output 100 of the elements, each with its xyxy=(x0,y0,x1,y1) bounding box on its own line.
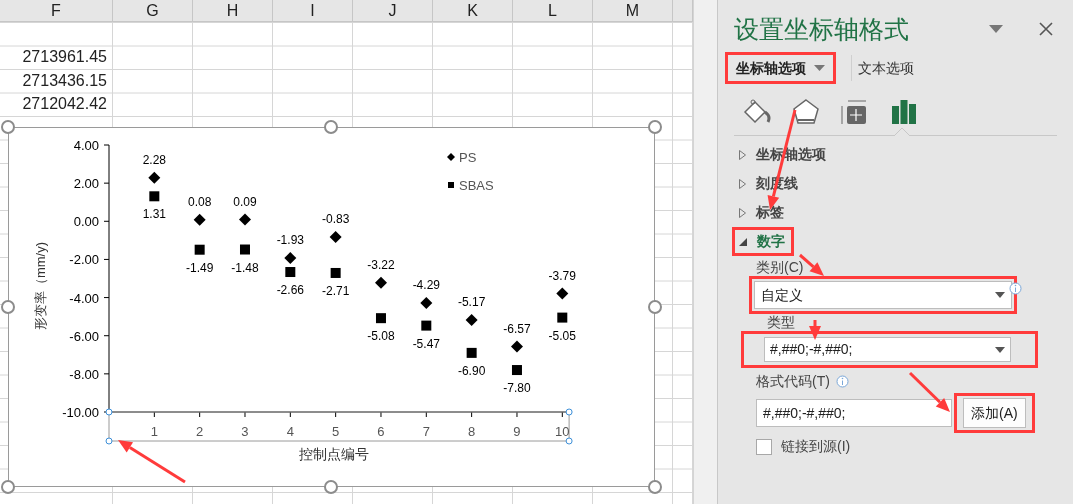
data-point xyxy=(193,213,206,226)
legend-marker xyxy=(447,153,455,161)
pentagon-icon[interactable] xyxy=(792,98,820,126)
column-header[interactable]: F xyxy=(51,0,61,23)
x-tick-label: 2 xyxy=(196,424,204,439)
data-label: -4.29 xyxy=(412,278,440,293)
panel-title: 设置坐标轴格式 xyxy=(733,14,910,45)
column-header[interactable]: M xyxy=(625,0,640,23)
legend-label: PS xyxy=(459,150,477,165)
options-tab[interactable]: 文本选项 xyxy=(851,55,922,81)
data-point xyxy=(420,297,433,310)
paint-bucket-icon[interactable] xyxy=(742,98,772,126)
data-point xyxy=(285,267,296,277)
x-tick-label: 9 xyxy=(513,424,521,439)
data-label: -1.93 xyxy=(276,233,304,248)
options-tab[interactable]: 坐标轴选项 xyxy=(728,55,833,81)
y-tick-label: -4.00 xyxy=(69,290,99,306)
table-cell: 2712042.42 xyxy=(22,96,107,113)
data-label: -6.57 xyxy=(503,321,531,336)
data-point xyxy=(194,244,205,255)
field-label: 类别(C) xyxy=(756,258,804,276)
add-button[interactable]: 添加(A) xyxy=(963,398,1026,428)
data-label: -3.22 xyxy=(367,257,395,272)
type-dropdown[interactable]: #,##0;-#,##0; xyxy=(764,337,1011,362)
chart-area[interactable] xyxy=(8,127,655,487)
info-icon[interactable] xyxy=(1009,281,1022,295)
data-point xyxy=(376,313,386,324)
data-point xyxy=(329,231,342,244)
data-point xyxy=(375,276,387,289)
annotation-arrow xyxy=(908,371,950,412)
field-label: 类型 xyxy=(767,314,795,331)
column-header[interactable]: J xyxy=(388,0,397,23)
data-label: -3.79 xyxy=(548,268,576,283)
collapsed-triangle-icon xyxy=(739,178,746,189)
data-point xyxy=(421,320,432,331)
column-header[interactable]: G xyxy=(146,0,159,23)
x-tick-label: 8 xyxy=(468,424,476,439)
y-tick-label: -6.00 xyxy=(69,328,99,344)
y-tick-label: -2.00 xyxy=(69,252,99,268)
data-label: -1.48 xyxy=(231,260,259,275)
x-tick-label: 10 xyxy=(555,424,570,439)
data-point xyxy=(557,312,568,323)
data-point xyxy=(239,213,251,226)
dropdown-caret-icon[interactable] xyxy=(989,25,1003,33)
data-point xyxy=(148,171,161,184)
x-tick-label: 5 xyxy=(332,424,340,439)
section-header[interactable]: 标签 xyxy=(739,202,784,223)
data-label: 2.28 xyxy=(142,152,166,167)
section-header[interactable]: 数字 xyxy=(739,231,785,252)
column-header[interactable]: L xyxy=(548,0,557,23)
close-icon[interactable] xyxy=(1039,22,1053,36)
data-label: -5.47 xyxy=(412,336,440,351)
caret-icon xyxy=(995,292,1005,298)
data-point xyxy=(466,347,477,358)
legend-marker xyxy=(448,182,454,188)
checkbox[interactable] xyxy=(756,438,772,455)
category-dropdown[interactable]: 自定义 xyxy=(754,281,1012,309)
data-label: -0.83 xyxy=(321,212,350,227)
format-code-field[interactable]: #,##0;-#,##0; xyxy=(756,399,952,427)
bar-chart-icon[interactable] xyxy=(890,98,918,126)
data-point xyxy=(465,313,478,326)
data-point xyxy=(330,267,341,278)
y-tick-label: 4.00 xyxy=(73,138,99,153)
column-header[interactable]: I xyxy=(310,0,315,23)
data-label: -5.05 xyxy=(548,328,576,343)
data-label: -2.71 xyxy=(321,283,350,298)
field-label: 格式代码(T) xyxy=(756,372,830,391)
data-label: -2.66 xyxy=(276,283,304,297)
data-label: -7.80 xyxy=(503,381,531,396)
data-point xyxy=(510,340,523,353)
x-tick-label: 3 xyxy=(241,424,249,439)
y-tick-label: 0.00 xyxy=(73,214,99,230)
data-label: 1.31 xyxy=(142,207,166,222)
x-tick-label: 1 xyxy=(150,424,158,439)
data-label: 0.08 xyxy=(188,194,212,209)
data-point xyxy=(149,191,160,202)
table-cell: 2713961.45 xyxy=(22,49,107,66)
expanded-triangle-icon xyxy=(739,237,747,246)
x-axis-title: 控制点编号 xyxy=(299,446,369,462)
scrollbar[interactable] xyxy=(693,0,717,504)
annotation-arrow xyxy=(118,440,186,484)
data-point xyxy=(240,244,250,255)
data-label: -5.17 xyxy=(457,294,486,309)
data-point xyxy=(284,252,297,265)
x-tick-label: 6 xyxy=(377,424,385,439)
column-header[interactable]: K xyxy=(467,0,478,23)
data-label: -1.49 xyxy=(186,260,214,275)
info-icon[interactable] xyxy=(835,375,849,388)
collapsed-triangle-icon xyxy=(739,149,746,160)
y-tick-label: -10.00 xyxy=(62,405,99,420)
table-cell: 2713436.15 xyxy=(22,72,107,89)
axis-selection-frame[interactable] xyxy=(105,408,573,445)
y-axis-title: 形变率（mm/y) xyxy=(33,241,48,331)
data-point xyxy=(511,365,522,376)
x-tick-label: 7 xyxy=(422,424,430,439)
collapsed-triangle-icon xyxy=(739,207,746,218)
column-header[interactable]: H xyxy=(226,0,239,23)
y-tick-label: -8.00 xyxy=(69,366,99,382)
caret-icon xyxy=(814,65,825,71)
data-label: -5.08 xyxy=(367,329,395,344)
